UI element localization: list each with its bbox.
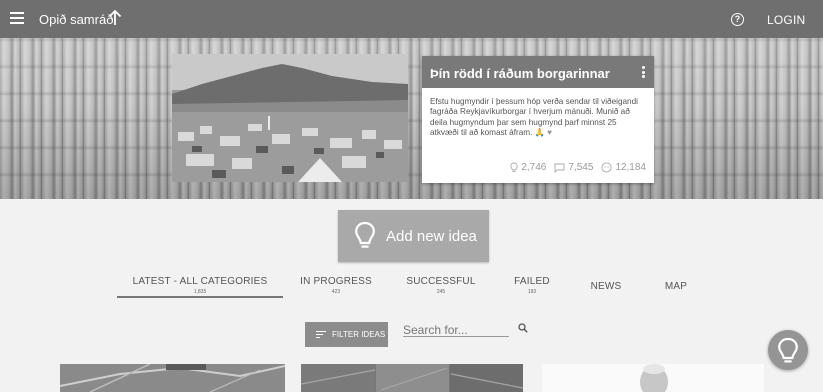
idea-card-map-thumbnail[interactable] [60,364,285,392]
tab-map[interactable]: MAP [656,281,696,292]
lightbulb-icon [778,337,798,363]
filter-ideas-button[interactable]: FILTER IDEAS [305,322,388,347]
hero-banner: Þín rödd í ráðum borgarinnar Efstu hugmy… [0,38,823,199]
card-stats: 2,746 7,545 12,184 [510,162,646,173]
lightbulb-icon [355,221,375,248]
comment-icon [554,163,565,173]
hero-shading [0,38,823,199]
tab-news[interactable]: NEWS [584,281,628,292]
tab-count: 193 [527,289,537,295]
group-info-card: Þín rödd í ráðum borgarinnar Efstu hugmy… [422,56,654,183]
hands-icon: 🙏 [534,128,545,138]
city-photo [172,54,408,182]
ideas-count: 2,746 [521,162,547,173]
tab-successful[interactable]: SUCCESSFUL 245 [402,276,480,295]
tab-label: NEWS [590,281,622,292]
add-new-idea-button[interactable]: Add new idea [338,210,489,262]
filter-list-icon [316,331,326,338]
card-description: Efstu hugmyndir í þessum hóp verða senda… [422,88,654,139]
arrow-up-icon[interactable] [108,10,122,26]
users-stat: 12,184 [601,162,646,173]
hamburger-icon[interactable] [10,12,24,24]
tab-latest-all-categories[interactable]: LATEST - ALL CATEGORIES 1,835 [117,276,283,295]
filter-ideas-label: FILTER IDEAS [332,330,386,339]
tab-label: LATEST - ALL CATEGORIES [132,276,268,287]
tab-in-progress[interactable]: IN PROGRESS 423 [296,276,376,295]
idea-card-person-thumbnail[interactable] [542,364,764,392]
search-field [403,321,509,337]
idea-card-aerial-thumbnail[interactable] [301,364,523,392]
top-app-bar: Opið samráð ? LOGIN [0,0,823,38]
help-circle-icon[interactable]: ? [731,13,744,26]
face-icon [601,162,612,173]
users-count: 12,184 [615,162,646,173]
card-title: Þín rödd í ráðum borgarinnar [430,66,610,81]
lightbulb-icon [510,162,518,172]
add-new-idea-label: Add new idea [386,228,477,245]
comments-count: 7,545 [568,162,594,173]
more-vert-icon[interactable] [642,66,645,78]
tab-failed[interactable]: FAILED 193 [505,276,559,295]
ideas-stat: 2,746 [510,162,546,173]
tab-label: SUCCESSFUL [406,276,476,287]
tab-count: 423 [331,289,341,295]
app-title[interactable]: Opið samráð [39,12,113,27]
floating-add-idea-button[interactable] [768,330,808,370]
search-icon[interactable] [518,323,528,333]
tab-count: 245 [436,289,446,295]
tab-label: IN PROGRESS [300,276,372,287]
login-button[interactable]: LOGIN [767,13,805,27]
tab-label: MAP [664,281,688,292]
tab-count: 1,835 [193,289,207,295]
card-header: Þín rödd í ráðum borgarinnar [422,56,654,88]
tab-label: FAILED [514,276,550,287]
active-tab-indicator [117,296,283,298]
search-input[interactable] [403,323,509,337]
comments-stat: 7,545 [554,162,593,173]
heart-icon: ♥ [547,128,553,138]
